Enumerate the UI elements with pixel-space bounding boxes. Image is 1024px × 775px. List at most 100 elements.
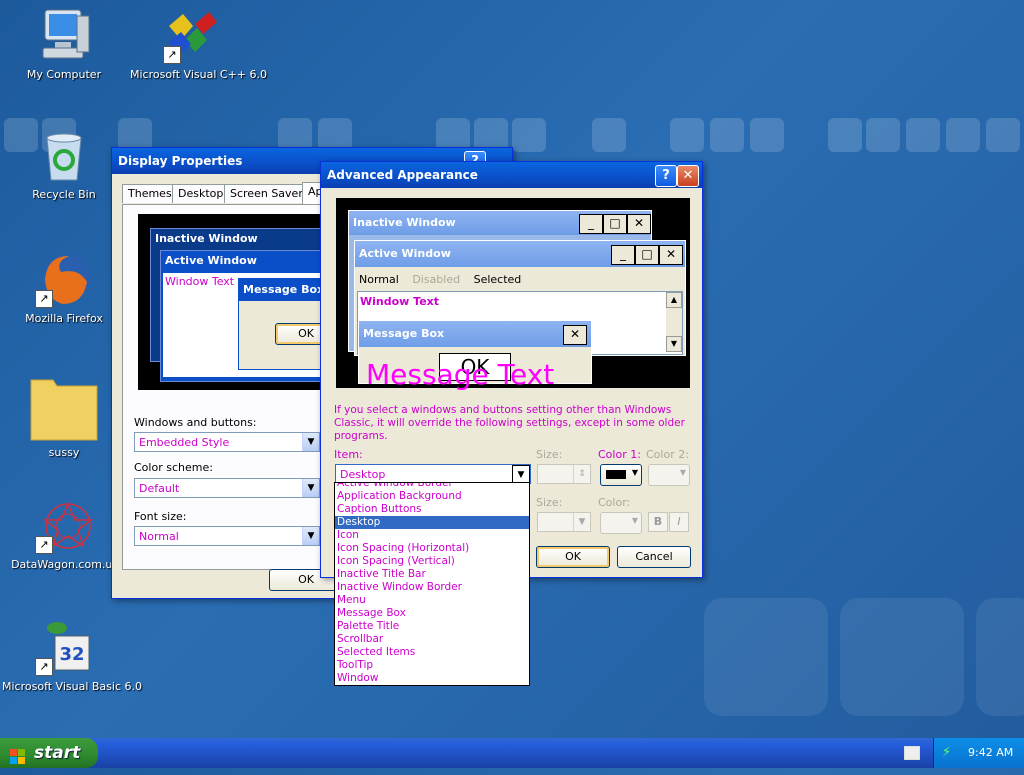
scroll-up-icon: ▲ <box>666 292 682 308</box>
window-title: Display Properties <box>118 154 243 168</box>
color1-swatch <box>606 470 626 479</box>
list-item[interactable]: Application Background <box>335 490 529 503</box>
font-color-picker[interactable]: ▼ <box>600 512 642 534</box>
desktop-icon-my-computer[interactable]: My Computer <box>2 6 126 81</box>
keyboard-icon[interactable] <box>904 746 920 760</box>
item-select[interactable]: Desktop ▼ <box>335 464 531 485</box>
shortcut-arrow-icon: ↗ <box>35 290 53 308</box>
close-button[interactable]: ✕ <box>677 165 699 187</box>
desktop-icon-label: sussy <box>48 446 80 459</box>
datawagon-icon: ↗ <box>35 496 94 554</box>
clock[interactable]: 9:42 AM <box>968 738 1013 768</box>
list-item[interactable]: Icon Spacing (Vertical) <box>335 555 529 568</box>
list-item[interactable]: Active Window Border <box>335 483 529 490</box>
chevron-down-icon: ▼ <box>631 468 638 477</box>
list-item[interactable]: ToolTip <box>335 659 529 672</box>
list-item[interactable]: Caption Buttons <box>335 503 529 516</box>
chevron-down-icon[interactable]: ▼ <box>302 479 319 497</box>
desktop-icon-sussy-folder[interactable]: sussy <box>2 372 126 459</box>
close-icon: ✕ <box>627 214 651 234</box>
ok-button[interactable]: OK <box>536 546 610 568</box>
start-button[interactable]: start <box>0 738 98 768</box>
preview-inactive-title: Inactive Window <box>155 232 258 245</box>
svg-text:32: 32 <box>59 644 84 665</box>
italic-button[interactable]: I <box>669 512 689 532</box>
bold-button[interactable]: B <box>648 512 668 532</box>
override-notice: If you select a windows and buttons sett… <box>334 404 685 442</box>
list-item[interactable]: Scrollbar <box>335 633 529 646</box>
list-item[interactable]: Palette Title <box>335 620 529 633</box>
network-icon[interactable]: ⚡ <box>942 738 951 768</box>
font-size-value: Normal <box>139 530 179 543</box>
tab-desktop[interactable]: Desktop <box>172 184 230 203</box>
color1-label: Color 1: <box>598 448 641 461</box>
chevron-down-icon[interactable]: ▼ <box>573 513 590 531</box>
list-item-selected[interactable]: Desktop <box>335 516 529 529</box>
color1-picker[interactable]: ▼ <box>600 464 642 486</box>
close-icon: ✕ <box>659 245 683 265</box>
adv-inactive-title: Inactive Window <box>353 216 456 229</box>
visual-basic-icon: 32 ↗ <box>35 618 93 676</box>
menu-disabled: Disabled <box>412 273 461 286</box>
visual-cpp-icon: ↗ <box>163 6 221 64</box>
list-item[interactable]: Icon Spacing (Horizontal) <box>335 542 529 555</box>
my-computer-icon <box>35 6 93 64</box>
tab-screen-saver[interactable]: Screen Saver <box>224 184 309 203</box>
list-item[interactable]: Menu <box>335 594 529 607</box>
desktop-icon-label: DataWagon.com.ur <box>11 558 117 571</box>
list-item[interactable]: Inactive Window Border <box>335 581 529 594</box>
desktop-icon-label: Recycle Bin <box>32 188 96 201</box>
desktop-icon-datawagon[interactable]: ↗ DataWagon.com.ur <box>2 496 126 571</box>
desktop-icon-recycle-bin[interactable]: Recycle Bin <box>2 126 126 201</box>
chevron-down-icon[interactable]: ▼ <box>302 527 319 545</box>
minimize-icon: _ <box>579 214 603 234</box>
advanced-preview: Inactive Window _ □ ✕ Active Window _ □ … <box>336 198 690 391</box>
window-title: Advanced Appearance <box>327 168 478 182</box>
desktop-icon-label: Mozilla Firefox <box>25 312 103 325</box>
shortcut-arrow-icon: ↗ <box>35 536 53 554</box>
desktop-icon-visual-basic[interactable]: 32 ↗ Microsoft Visual Basic 6.0 <box>2 618 142 693</box>
windows-buttons-label: Windows and buttons: <box>134 416 257 429</box>
firefox-icon: ↗ <box>35 250 93 308</box>
font-size-select[interactable]: ▼ <box>537 512 591 532</box>
desktop-icon-visual-cpp[interactable]: ↗ Microsoft Visual C++ 6.0 <box>130 6 267 81</box>
list-item[interactable]: Message Box <box>335 607 529 620</box>
list-item[interactable]: Inactive Title Bar <box>335 568 529 581</box>
close-icon: ✕ <box>563 325 587 345</box>
advanced-appearance-titlebar[interactable]: Advanced Appearance ? ✕ <box>321 162 702 188</box>
item-dropdown-list[interactable]: Active Window Border Application Backgro… <box>334 482 530 686</box>
menu-selected: Selected <box>473 273 522 286</box>
help-button[interactable]: ? <box>655 165 677 187</box>
item-value: Desktop <box>340 468 386 481</box>
taskbar: start ⚡ 9:42 AM <box>0 738 1024 768</box>
adv-preview-window-text: Window Text <box>360 295 440 308</box>
desktop-icon-firefox[interactable]: ↗ Mozilla Firefox <box>2 250 126 325</box>
font-size-label: Size: <box>536 496 563 509</box>
adv-preview-menu: Normal Disabled Selected <box>359 273 521 286</box>
appearance-preview: Inactive Window Active Window Window Tex… <box>138 214 342 390</box>
spin-arrows-icon[interactable]: ⇕ <box>573 465 590 483</box>
menu-normal: Normal <box>359 273 399 286</box>
windows-buttons-select[interactable]: Embedded Style ▼ <box>134 432 320 452</box>
item-options: Active Window Border Application Backgro… <box>335 483 529 685</box>
windows-logo-icon <box>10 745 26 764</box>
list-item[interactable]: Icon <box>335 529 529 542</box>
color-scheme-value: Default <box>139 482 180 495</box>
font-size-label: Font size: <box>134 510 187 523</box>
adv-message-title: Message Box <box>363 327 445 340</box>
font-size-select[interactable]: Normal ▼ <box>134 526 320 546</box>
chevron-down-icon[interactable]: ▼ <box>302 433 319 451</box>
adv-inactive-titlebar: Inactive Window _ □ ✕ <box>349 211 651 235</box>
list-item[interactable]: Window <box>335 672 529 685</box>
cancel-button[interactable]: Cancel <box>617 546 691 568</box>
chevron-down-icon: ▼ <box>679 468 686 477</box>
size-label: Size: <box>536 448 563 461</box>
minimize-icon: _ <box>611 245 635 265</box>
tab-themes[interactable]: Themes <box>122 184 178 203</box>
color2-picker[interactable]: ▼ <box>648 464 690 486</box>
adv-active-title: Active Window <box>359 247 451 260</box>
color-scheme-select[interactable]: Default ▼ <box>134 478 320 498</box>
size-spinner[interactable]: ⇕ <box>537 464 591 484</box>
list-item[interactable]: Selected Items <box>335 646 529 659</box>
item-label: Item: <box>334 448 363 461</box>
